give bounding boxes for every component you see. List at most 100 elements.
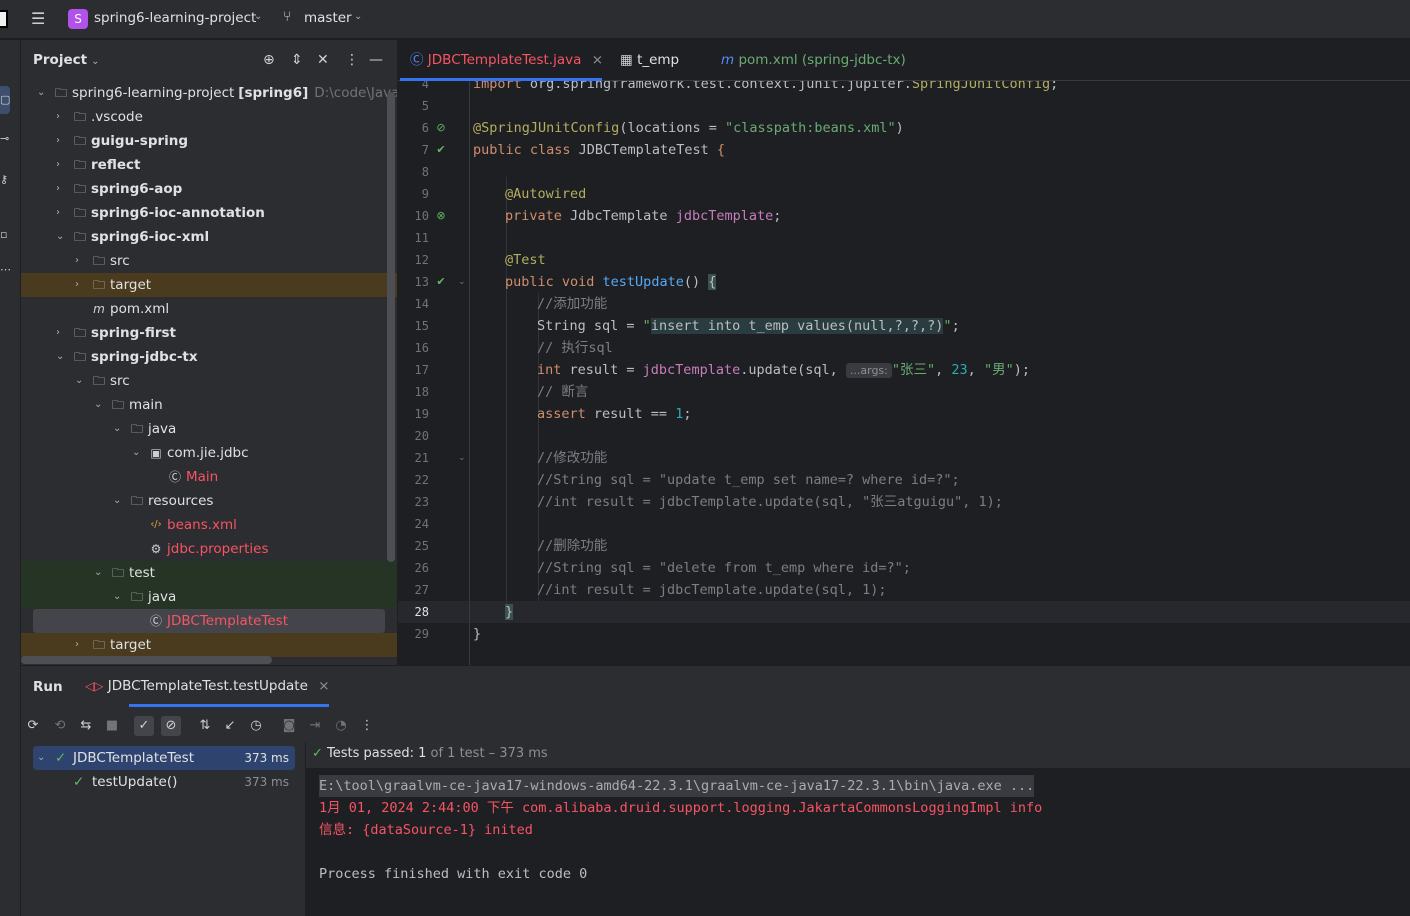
options-icon[interactable]: ⋮ (345, 52, 359, 68)
chevron-right-icon[interactable]: › (56, 105, 68, 129)
tree-item[interactable]: ⌄ 🗀 java (21, 585, 397, 609)
test-method-row[interactable]: ✓ testUpdate() 373 ms (33, 770, 295, 794)
toggle-auto-test-icon[interactable]: ⇆ (76, 716, 96, 736)
chevron-down-icon[interactable]: ⌄ (37, 746, 45, 770)
chevron-right-icon[interactable]: › (75, 633, 87, 657)
line-number[interactable]: 25 (398, 535, 429, 557)
tree-item[interactable]: Ⓒ Main (21, 465, 397, 489)
chevron-down-icon[interactable]: ⌄ (354, 11, 362, 22)
tree-item[interactable]: Ⓒ JDBCTemplateTest (33, 609, 385, 633)
line-number[interactable]: 7 (398, 139, 429, 161)
tree-item[interactable]: ⌄ 🗀 spring6-ioc-xml (21, 225, 397, 249)
chevron-right-icon[interactable]: › (75, 249, 87, 273)
tree-item[interactable]: › 🗀 target (21, 633, 397, 657)
tree-item[interactable]: ⚙ jdbc.properties (21, 537, 397, 561)
more-options-icon[interactable]: ⋮ (357, 716, 377, 736)
tree-item[interactable]: ⌄ 🗀 test (21, 561, 397, 585)
tree-item[interactable]: › 🗀 spring-first (21, 321, 397, 345)
line-number[interactable]: 16 (398, 337, 429, 359)
rerun-icon[interactable]: ⟳ (23, 716, 43, 736)
line-number[interactable]: 19 (398, 403, 429, 425)
line-number[interactable]: 6 (398, 117, 429, 139)
tree-item[interactable]: ⌄ 🗀 resources (21, 489, 397, 513)
tree-item[interactable]: › 🗀 src (21, 249, 397, 273)
chevron-right-icon[interactable]: › (75, 273, 87, 297)
tree-item[interactable]: ⌄ 🗀 spring-jdbc-tx (21, 345, 397, 369)
show-passed-icon[interactable]: ✓ (134, 716, 154, 736)
git-branch-icon[interactable]: ⑂ (283, 9, 291, 25)
project-view-selector[interactable]: Project ⌄ (33, 52, 99, 68)
fold-icon[interactable]: ⌄ (458, 447, 468, 469)
coverage-icon[interactable]: ◔ (331, 716, 351, 736)
line-number[interactable]: 27 (398, 579, 429, 601)
stop-icon[interactable]: ■ (102, 716, 122, 736)
collapse-all-icon[interactable]: ✕ (317, 52, 329, 68)
chevron-down-icon[interactable]: ⌄ (94, 393, 106, 417)
project-tool-icon[interactable]: ▢ (0, 93, 12, 107)
console-command-line[interactable]: E:\tool\graalvm-ce-java17-windows-amd64-… (319, 775, 1035, 797)
chevron-down-icon[interactable]: ⌄ (254, 11, 262, 22)
tree-item[interactable]: › 🗀 reflect (21, 153, 397, 177)
line-number[interactable]: 20 (398, 425, 429, 447)
tree-item[interactable]: ⌄ ▣ com.jie.jdbc (21, 441, 397, 465)
line-number[interactable]: 15 (398, 315, 429, 337)
line-number[interactable]: 26 (398, 557, 429, 579)
vertical-scrollbar[interactable] (387, 92, 395, 562)
line-number[interactable]: 13 (398, 271, 429, 293)
horizontal-scrollbar[interactable] (21, 656, 272, 664)
chevron-down-icon[interactable]: ⌄ (37, 81, 49, 105)
tree-item[interactable]: ⌄ 🗀 src (21, 369, 397, 393)
tab-jdbctemplatetest-java[interactable]: Ⓒ JDBCTemplateTest.java × (410, 40, 603, 81)
chevron-down-icon[interactable]: ⌄ (132, 441, 144, 465)
locate-icon[interactable]: ⊕ (263, 52, 275, 68)
structure-tool-icon[interactable]: ▫ (0, 228, 12, 242)
expand-all-icon[interactable]: ⇕ (291, 52, 303, 68)
sort-alphabetically-icon[interactable]: ⇅ (195, 716, 215, 736)
line-number[interactable]: 9 (398, 183, 429, 205)
line-number[interactable]: 8 (398, 161, 429, 183)
line-number[interactable]: 18 (398, 381, 429, 403)
tree-item[interactable]: › 🗀 guigu-spring (21, 129, 397, 153)
line-number[interactable]: 28 (398, 601, 429, 623)
tree-item[interactable]: › 🗀 spring6-ioc-annotation (21, 201, 397, 225)
line-number[interactable]: 29 (398, 623, 429, 645)
line-number[interactable]: 5 (398, 95, 429, 117)
tree-item[interactable]: ‹/› beans.xml (21, 513, 397, 537)
main-menu-icon[interactable]: ☰ (31, 11, 48, 27)
line-number[interactable]: 23 (398, 491, 429, 513)
line-number[interactable]: 21 (398, 447, 429, 469)
test-history-icon[interactable]: ◷ (246, 716, 266, 736)
chevron-down-icon[interactable]: ⌄ (56, 225, 68, 249)
screenshot-icon[interactable]: ◙ (279, 716, 299, 736)
tree-item[interactable]: ⌄ 🗀 spring6-learning-project [spring6] D:\co… (21, 81, 397, 105)
commit-tool-icon[interactable]: ⊸ (0, 132, 12, 146)
line-number[interactable]: 11 (398, 227, 429, 249)
chevron-down-icon[interactable]: ⌄ (94, 561, 106, 585)
tree-item[interactable]: ⌄ 🗀 main (21, 393, 397, 417)
chevron-right-icon[interactable]: › (56, 129, 68, 153)
tree-item[interactable]: › 🗀 target (21, 273, 397, 297)
hide-icon[interactable]: — (369, 52, 383, 68)
show-ignored-icon[interactable]: ⊘ (161, 716, 181, 736)
run-config-tab[interactable]: ◁▷ JDBCTemplateTest.testUpdate × (85, 678, 330, 694)
run-test-icon[interactable]: ✔ (434, 139, 448, 161)
pull-requests-icon[interactable]: ⚷ (0, 173, 12, 187)
project-switcher[interactable]: spring6-learning-project (94, 10, 256, 26)
chevron-down-icon[interactable]: ⌄ (113, 585, 125, 609)
more-tools-icon[interactable]: ⋯ (0, 263, 12, 277)
tree-item[interactable]: › 🗀 spring6-aop (21, 177, 397, 201)
spring-bean-icon[interactable]: ⊘ (434, 117, 448, 139)
line-number[interactable]: 14 (398, 293, 429, 315)
tab-t-emp[interactable]: ▦ t_emp (620, 40, 679, 81)
test-class-row[interactable]: ⌄ ✓ JDBCTemplateTest 373 ms (33, 746, 295, 770)
project-badge[interactable]: S (68, 9, 88, 29)
chevron-right-icon[interactable]: › (56, 321, 68, 345)
close-icon[interactable]: × (318, 678, 329, 694)
console-output[interactable]: ✓ Tests passed: 1 of 1 test – 373 ms E:\… (306, 742, 1410, 916)
chevron-down-icon[interactable]: ⌄ (113, 417, 125, 441)
fold-icon[interactable]: ⌄ (458, 271, 468, 293)
autowired-bean-icon[interactable]: ⊗ (434, 205, 448, 227)
import-tests-icon[interactable]: ⇥ (305, 716, 325, 736)
line-number[interactable]: 22 (398, 469, 429, 491)
branch-switcher[interactable]: master (304, 10, 352, 26)
